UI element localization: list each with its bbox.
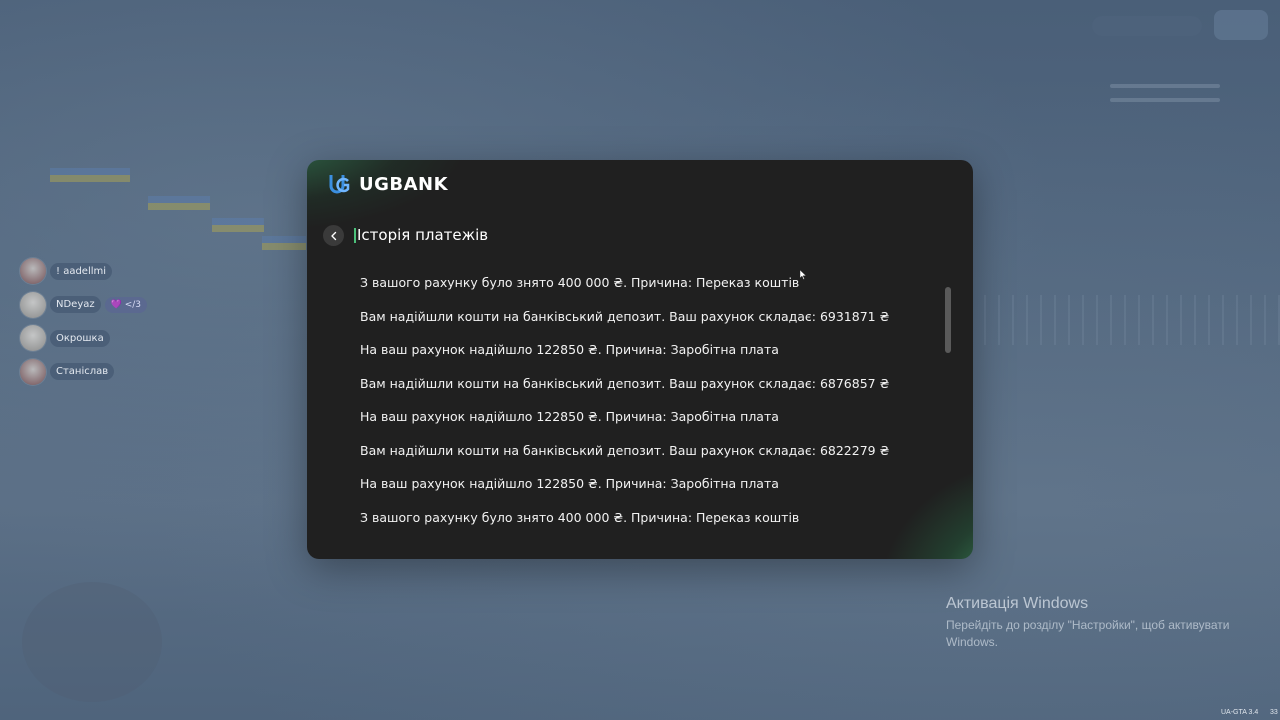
title-accent-marker	[354, 228, 356, 243]
history-item: З вашого рахунку було знято 400 000 ₴. П…	[360, 509, 800, 525]
flag-decoration	[262, 236, 306, 250]
player-name: Станіслав	[50, 363, 115, 380]
flag-decoration	[50, 168, 130, 182]
history-item: На ваш рахунок надійшло 122850 ₴. Причин…	[360, 342, 779, 357]
minimap	[22, 582, 162, 702]
player-name: ! aadellmi	[50, 262, 113, 280]
history-scrollbar[interactable]	[945, 287, 951, 353]
fence-decoration	[970, 295, 1280, 345]
bank-brand: UGBANK	[327, 172, 448, 196]
flag-decoration	[148, 196, 210, 210]
player-name: Окрошка	[50, 329, 110, 347]
bank-name: UGBANK	[359, 173, 449, 195]
avatar	[20, 358, 46, 385]
server-logo	[1214, 10, 1268, 40]
history-item: На ваш рахунок надійшло 122850 ₴. Причин…	[360, 476, 779, 491]
hud-bar	[1110, 84, 1220, 88]
chevron-left-icon	[330, 231, 336, 240]
history-item: Вам надійшли кошти на банківський депози…	[360, 375, 890, 391]
avatar	[20, 325, 46, 351]
history-item: Вам надійшли кошти на банківський депози…	[360, 308, 890, 324]
hud-bar	[1110, 98, 1220, 102]
version-label: UA-GTA 3.4	[1221, 709, 1259, 716]
ugbank-logo-icon	[329, 175, 350, 194]
mouse-cursor-icon	[800, 270, 806, 280]
version-number: 33	[1270, 709, 1278, 716]
player-entry: ! aadellmi	[20, 258, 147, 284]
player-entry: Станіслав	[20, 358, 147, 385]
history-item: Вам надійшли кошти на банківський депози…	[360, 442, 890, 458]
player-entry: NDeyaz 💜 </3	[20, 291, 148, 318]
bank-modal: UGBANK Історія платежів З вашого рахунку…	[307, 160, 973, 559]
windows-activation-subtitle: Перейдіть до розділу "Настройки", щоб ак…	[946, 618, 1230, 649]
player-entry: Окрошка	[20, 325, 147, 351]
avatar	[20, 291, 46, 318]
hud-pill	[1092, 16, 1202, 36]
history-item: На ваш рахунок надійшло 122850 ₴. Причин…	[360, 409, 779, 424]
history-item: З вашого рахунку було знято 400 000 ₴. П…	[360, 275, 800, 290]
voice-players-list: ! aadellmi NDeyaz 💜 </3 Окрошка Станісла…	[20, 258, 148, 392]
payment-history-list: З вашого рахунку було знято 400 000 ₴. П…	[360, 273, 940, 541]
avatar	[20, 258, 46, 284]
back-button[interactable]	[323, 225, 344, 246]
player-name: NDeyaz	[50, 296, 101, 313]
flag-decoration	[212, 218, 264, 232]
windows-activation-title: Активація Windows	[946, 595, 1089, 612]
page-title: Історія платежів	[357, 226, 489, 244]
player-badge: 💜 </3	[104, 296, 148, 313]
